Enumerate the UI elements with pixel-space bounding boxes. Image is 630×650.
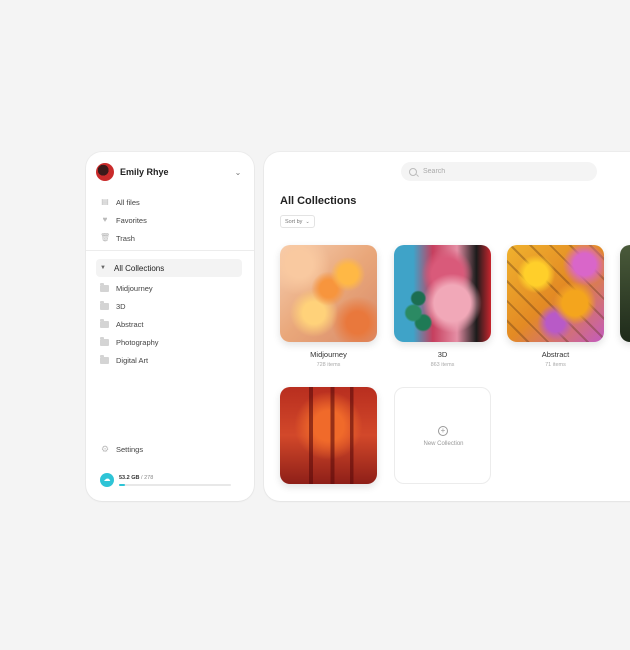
collection-card-3d[interactable] [394,245,491,342]
collection-name: Abstract [541,350,570,359]
sidebar-item-3d[interactable]: 3D [100,298,242,314]
nav-all-files[interactable]: ▤ All files [100,194,240,210]
chevron-down-icon: ▼ [100,265,106,271]
chevron-down-icon: ⌄ [305,218,310,225]
nav-label: Midjourney [116,283,153,293]
plus-icon: + [438,426,448,436]
profile-switcher[interactable]: Emily Rhye ⌄ [96,162,244,182]
new-collection-button[interactable]: + New Collection [394,387,491,484]
nav-favorites[interactable]: ♥ Favorites [100,212,240,228]
folder-icon [100,336,109,346]
divider [86,250,254,251]
sidebar-item-photography[interactable]: Photography [100,334,242,350]
folder-icon [100,282,109,292]
storage-bar [119,483,231,486]
sidebar: Emily Rhye ⌄ ▤ All files ♥ Favorites 🗑︎ … [86,152,254,501]
nav-label: Trash [116,233,135,243]
folder-icon [100,318,109,328]
collection-count: 728 items [316,362,341,368]
app-stage: Emily Rhye ⌄ ▤ All files ♥ Favorites 🗑︎ … [0,0,630,650]
files-icon: ▤ [101,197,109,206]
sidebar-item-midjourney[interactable]: Midjourney [100,280,242,296]
gear-icon: ⚙ [100,444,110,454]
storage-total: 278 [144,474,154,481]
collection-card-midjourney[interactable] [280,245,377,342]
collection-name: 3D [437,350,448,359]
sort-dropdown[interactable]: Sort by ⌄ [280,215,315,228]
nav-label: 3D [116,301,126,311]
avatar [96,163,114,181]
nav-label: All files [116,197,140,207]
storage-text: 53.2 GB / 278 [119,475,240,481]
storage-indicator: ☁ 53.2 GB / 278 [100,470,240,490]
heart-icon: ♥ [102,215,108,224]
collection-count: 863 items [430,362,455,368]
collection-name: Midjourney [310,350,347,359]
sidebar-item-abstract[interactable]: Abstract [100,316,242,332]
storage-separator: / [141,474,143,481]
search-input[interactable] [423,168,573,175]
collection-count: 71 items [545,362,566,368]
collections-nav: ▼ All Collections Midjourney 3D Abstract [96,259,242,370]
collection-card-photography[interactable] [280,387,377,484]
collection-card-abstract[interactable] [507,245,604,342]
nav-label: Favorites [116,215,147,225]
new-collection-label: New Collection [423,441,464,447]
search-icon [409,167,417,176]
nav-label: All Collections [114,263,165,273]
storage-info: 53.2 GB / 278 [119,475,240,486]
settings-button[interactable]: ⚙ Settings [100,444,143,454]
quick-links: ▤ All files ♥ Favorites 🗑︎ Trash [100,194,240,248]
main-panel: All Collections Sort by ⌄ Midjourney 728… [264,152,630,501]
trash-icon: 🗑︎ [100,233,111,242]
cloud-icon: ☁ [100,473,114,487]
nav-trash[interactable]: 🗑︎ Trash [100,230,240,246]
nav-label: Photography [116,337,159,347]
profile-name: Emily Rhye [120,167,169,177]
storage-used: 53.2 GB [119,474,140,481]
storage-bar-fill [119,483,125,486]
search-bar[interactable] [401,162,597,181]
folder-icon [100,354,109,364]
page-title: All Collections [280,195,357,207]
settings-label: Settings [116,444,144,454]
nav-label: Abstract [116,319,144,329]
sort-label: Sort by [285,218,303,225]
chevron-down-icon: ⌄ [234,167,242,177]
folder-icon [100,300,109,310]
collection-card-partial[interactable] [620,245,630,342]
sidebar-item-digital-art[interactable]: Digital Art [100,352,242,368]
nav-label: Digital Art [116,355,149,365]
nav-all-collections[interactable]: ▼ All Collections [96,259,242,277]
